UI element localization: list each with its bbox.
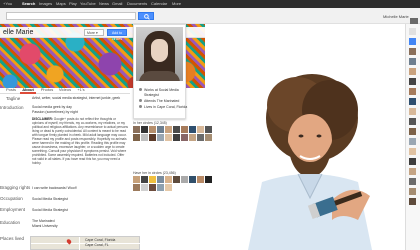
profile-tabs: Posts About Photos Videos +1's (0, 86, 130, 94)
sidebar-avatar[interactable] (409, 188, 416, 195)
add-to-circles-button[interactable]: Add to circles (107, 29, 127, 41)
photo-card-school: Attends The Marinated (139, 99, 179, 104)
sidebar-avatar[interactable] (409, 88, 416, 95)
intro-line-2: Passion (sometimes) by night (32, 110, 78, 114)
bragging-rights-value: I can write backwards! Woof! (32, 186, 77, 190)
search-icon (144, 14, 150, 20)
tagline-value: Artist, writer, social media strategist,… (32, 96, 121, 100)
nav-item-youtube[interactable]: YouTube (80, 1, 96, 7)
nav-item-you[interactable]: +You (3, 1, 12, 7)
bob-ross-image (202, 70, 408, 250)
intro-line-1: Social media geek by day (32, 105, 72, 109)
sidebar-avatar[interactable] (409, 28, 416, 35)
employment-label: Employment (0, 207, 26, 212)
have-in-circles-title[interactable]: Have her in circles (23,456) (133, 171, 176, 175)
introduction-label: Introduction (0, 105, 24, 110)
profile-photo-card: Works at Social Media Strategist Attends… (133, 24, 187, 119)
photo-card-work: Works at Social Media (139, 88, 179, 93)
nav-item-more[interactable]: More (172, 1, 181, 7)
more-select[interactable]: More ▾ (84, 29, 104, 36)
top-nav-bar: +You Search Images Maps Play YouTube New… (0, 0, 420, 8)
school-icon (139, 99, 142, 102)
profile-name: elle Marie (3, 29, 34, 36)
employment-value: Social Media Strategist (32, 208, 68, 212)
nav-item-calendar[interactable]: Calendar (151, 1, 167, 7)
sidebar-avatar[interactable] (409, 108, 416, 115)
places-lived-label: Places lived (0, 236, 25, 241)
sidebar-avatar[interactable] (409, 38, 416, 45)
in-circles-grid (133, 126, 212, 141)
nav-item-images[interactable]: Images (39, 1, 52, 7)
search-input[interactable] (6, 12, 136, 20)
in-circles-title[interactable]: In her circles (12,345) (133, 121, 167, 125)
bragging-rights-label: Bragging rights (0, 185, 31, 190)
sidebar-avatar[interactable] (409, 168, 416, 175)
location-icon (139, 105, 142, 108)
photo-card-location: Lives in Cape Coral, Florida (139, 105, 187, 110)
tab-photos[interactable]: Photos (39, 86, 55, 94)
sidebar-avatar[interactable] (409, 58, 416, 65)
sidebar-avatar[interactable] (409, 178, 416, 185)
photo-card-work-cont: Strategist (144, 93, 159, 97)
tab-about[interactable]: About (20, 86, 36, 94)
places-map[interactable]: Cape Coral, Florida Cape Coral, FL (30, 236, 141, 250)
nav-item-maps[interactable]: Maps (56, 1, 66, 7)
search-bar-area: Michelle Marie (0, 8, 420, 27)
sidebar-avatar[interactable] (409, 98, 416, 105)
nav-item-news[interactable]: News (99, 1, 109, 7)
nav-item-play[interactable]: Play (69, 1, 77, 7)
sidebar-avatar[interactable] (409, 128, 416, 135)
occupation-value: Social Media Strategist (32, 197, 68, 201)
sidebar-avatar[interactable] (409, 158, 416, 165)
sidebar-avatar[interactable] (409, 48, 416, 55)
education-value-1: The Marinated (32, 219, 55, 223)
sidebar-avatar[interactable] (409, 138, 416, 145)
disclaimer-text: Google+ posts do not reflect the thought… (32, 117, 128, 165)
tab-videos[interactable]: Videos (57, 86, 73, 94)
right-sidebar (405, 24, 420, 250)
tab-plus-ones[interactable]: +1's (75, 86, 87, 94)
profile-photo[interactable] (136, 27, 183, 81)
sidebar-avatar[interactable] (409, 118, 416, 125)
education-label: Education (0, 220, 21, 225)
sidebar-avatar[interactable] (409, 68, 416, 75)
briefcase-icon (139, 88, 142, 91)
search-button[interactable] (138, 12, 154, 20)
sidebar-avatar[interactable] (409, 148, 416, 155)
nav-item-gmail[interactable]: Gmail (112, 1, 122, 7)
education-value-2: Miami University (32, 224, 58, 228)
nav-item-documents[interactable]: Documents (127, 1, 147, 7)
sidebar-avatar[interactable] (409, 198, 416, 205)
have-in-circles-grid (133, 176, 212, 191)
occupation-label: Occupation (0, 196, 23, 201)
account-name[interactable]: Michelle Marie (383, 14, 409, 19)
map-label-2: Cape Coral, FL (85, 243, 109, 247)
map-label-1: Cape Coral, Florida (85, 238, 116, 242)
nav-item-search[interactable]: Search (22, 1, 35, 7)
disclaimer-paragraph: DISCLAIMER: Google+ posts do not reflect… (32, 117, 128, 197)
sidebar-avatar[interactable] (409, 78, 416, 85)
tab-posts[interactable]: Posts (4, 86, 18, 94)
tagline-label: Tagline (6, 96, 21, 101)
